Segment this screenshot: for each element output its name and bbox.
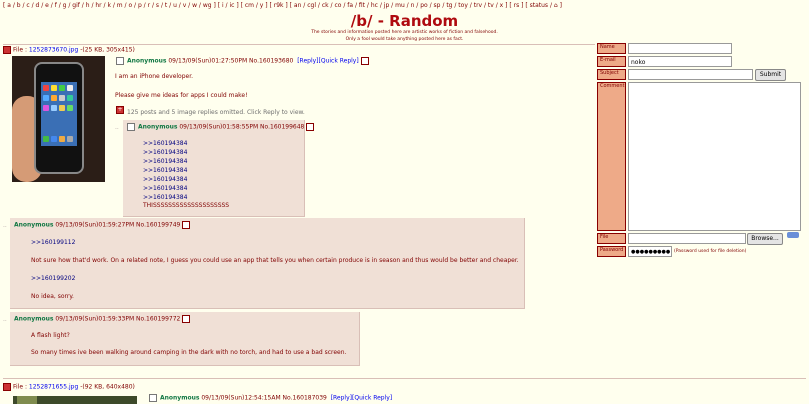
delete-checkbox[interactable]: [116, 57, 124, 65]
post-date: 09/13/09(Sun)01:59:27PM No.160199749: [55, 221, 181, 229]
board-tagline-1: The stories and information posted here …: [311, 30, 498, 35]
reply-text: Not sure how that'd work. On a related n…: [31, 257, 519, 264]
reply-indent-marker: ..: [115, 124, 119, 131]
post-date: 09/13/09(Sun)12:54:15AM No.160187039: [201, 394, 327, 402]
collapse-icon[interactable]: [3, 383, 11, 391]
comment-label: Comment: [597, 82, 626, 231]
quote-link[interactable]: >>160199202: [31, 275, 75, 282]
thread2-post-header: Anonymous 09/13/09(Sun)12:54:15AM No.160…: [149, 394, 392, 402]
reply-post: Anonymous 09/13/09(Sun)01:59:27PM No.160…: [10, 218, 525, 309]
email-label: E-mail: [597, 56, 626, 67]
delete-checkbox[interactable]: [127, 123, 135, 131]
reply-indent-marker: ..: [3, 316, 7, 323]
board-tagline-2: Only a fool would take anything posted h…: [345, 37, 464, 42]
poster-name: Anonymous: [127, 57, 167, 65]
thread1-post-header: Anonymous 09/13/09(Sun)01:27:50PM No.160…: [116, 57, 369, 65]
comment-textarea[interactable]: [628, 82, 801, 231]
thread2-file-line: File : 1252871655.jpg -(92 KB, 640x480): [3, 383, 135, 391]
thread1-file-info: -(25 KB, 305x415): [80, 46, 135, 54]
poster-name: Anonymous: [138, 123, 178, 131]
post-date: 09/13/09(Sun)01:27:50PM No.160193680: [168, 57, 294, 65]
browse-button[interactable]: Browse...: [747, 233, 783, 245]
quote-link[interactable]: >>160194384: [143, 140, 187, 147]
quote-link[interactable]: >>160194384: [143, 176, 187, 183]
report-icon[interactable]: [306, 123, 315, 131]
reply-text: So many times ive been walking around ca…: [31, 349, 347, 356]
thread1-line-2: Please give me ideas for apps I could ma…: [115, 92, 248, 99]
password-label: Password: [597, 246, 626, 257]
quote-link[interactable]: >>160194384: [143, 149, 187, 156]
quote-link[interactable]: >>160194384: [143, 194, 187, 201]
email-input[interactable]: noko: [628, 56, 732, 67]
quote-link[interactable]: >>160194384: [143, 158, 187, 165]
thread1-line-1: I am an iPhone developer.: [115, 73, 194, 80]
poster-name: Anonymous: [14, 221, 54, 229]
thread1-file-link[interactable]: 1252873670.jpg: [29, 47, 78, 54]
name-label: Name: [597, 43, 626, 54]
thread1-file-line: File : 1252873670.jpg -(25 KB, 305x415): [3, 46, 135, 54]
report-icon[interactable]: [182, 221, 191, 229]
submit-button[interactable]: Submit: [755, 69, 786, 81]
report-icon[interactable]: [182, 315, 191, 323]
file-label: File :: [13, 46, 29, 54]
quote-link[interactable]: >>160194384: [143, 167, 187, 174]
poster-name: Anonymous: [14, 315, 54, 323]
thread1-thumbnail[interactable]: [12, 56, 105, 182]
quote-link[interactable]: >>160194384: [143, 185, 187, 192]
reply-header: Anonymous 09/13/09(Sun)01:59:33PM No.160…: [14, 315, 191, 323]
thread-divider: [3, 378, 806, 379]
reply-indent-marker: ..: [3, 222, 7, 229]
quote-link[interactable]: >>160199112: [31, 239, 75, 246]
password-input[interactable]: ●●●●●●●●●: [628, 246, 672, 257]
quick-reply-link[interactable]: [Quick Reply]: [319, 58, 359, 65]
name-input[interactable]: [628, 43, 732, 54]
reply-post: Anonymous 09/13/09(Sun)01:59:33PM No.160…: [10, 312, 360, 366]
post-date: 09/13/09(Sun)01:58:55PM No.160199648: [179, 123, 305, 131]
collapse-icon[interactable]: [3, 46, 11, 54]
reply-link[interactable]: [Reply]: [331, 395, 352, 402]
iphone-image: [34, 62, 84, 174]
reply-post: Anonymous 09/13/09(Sun)01:58:55PM No.160…: [123, 120, 315, 217]
phone-screen: [41, 82, 77, 146]
reply-text: A flash light?: [31, 332, 70, 339]
post-date: 09/13/09(Sun)01:59:33PM No.160199772: [55, 315, 181, 323]
expand-icon[interactable]: +: [116, 106, 124, 114]
thread2-thumbnail[interactable]: [13, 396, 137, 404]
reply-text: No idea, sorry.: [31, 293, 74, 300]
board-title: /b/ - Random: [350, 12, 459, 30]
reply-header: Anonymous 09/13/09(Sun)01:59:27PM No.160…: [14, 221, 191, 229]
poster-name: Anonymous: [160, 394, 200, 402]
thread2-file-info: -(92 KB, 640x480): [80, 383, 135, 391]
file-label: File: [597, 233, 626, 244]
delete-checkbox[interactable]: [149, 394, 157, 402]
file-input[interactable]: [628, 233, 746, 244]
reply-header: Anonymous 09/13/09(Sun)01:58:55PM No.160…: [127, 123, 315, 131]
subject-label: Subject: [597, 69, 626, 80]
reply-link[interactable]: [Reply]: [297, 58, 318, 65]
file-label: File :: [13, 383, 29, 391]
divider: [3, 44, 595, 45]
report-icon[interactable]: [360, 57, 369, 65]
upload-icon[interactable]: [787, 232, 799, 238]
thread2-file-link[interactable]: 1252871655.jpg: [29, 384, 78, 391]
password-note: (Password used for file deletion): [674, 249, 747, 254]
omitted-notice: 125 posts and 5 image replies omitted. C…: [127, 109, 305, 116]
board-navigation[interactable]: [ a / b / c / d / e / f / g / gif / h / …: [3, 2, 562, 9]
reply-text: THISSSSSSSSSSSSSSSSSSSS: [143, 202, 230, 209]
subject-input[interactable]: [628, 69, 753, 80]
quick-reply-link[interactable]: [Quick Reply]: [352, 395, 392, 402]
